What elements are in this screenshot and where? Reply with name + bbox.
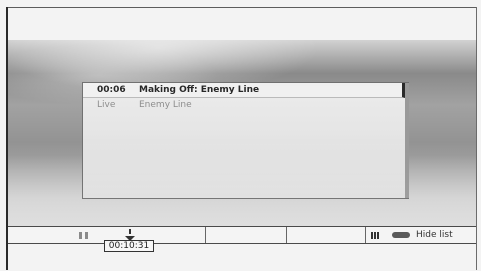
playlist-item-title: Making Off: Enemy Line <box>139 85 260 95</box>
hide-list-button[interactable]: Hide list <box>392 227 476 243</box>
playlist-item-selected[interactable]: 00:06 Making Off: Enemy Line <box>83 83 405 98</box>
playlist-item-title: Enemy Line <box>139 100 192 110</box>
playlist-scrollbar[interactable] <box>405 83 409 198</box>
screen-frame-right <box>476 7 477 270</box>
seek-time-tooltip: 00:10:31 <box>104 240 154 252</box>
playlist-item-time: Live <box>97 100 116 110</box>
bar-divider <box>286 227 287 243</box>
playlist-item-live[interactable]: Live Enemy Line <box>83 98 405 113</box>
tv-screen: 00:06 Making Off: Enemy Line Live Enemy … <box>0 0 481 271</box>
bar-divider <box>365 227 366 243</box>
screen-frame-top <box>6 7 477 8</box>
hide-list-key-icon <box>392 232 410 238</box>
chapter-list-icon[interactable] <box>371 232 380 239</box>
playback-control-bar: Hide list <box>8 226 476 244</box>
playlist-panel: 00:06 Making Off: Enemy Line Live Enemy … <box>82 82 409 199</box>
playlist-item-time: 00:06 <box>97 85 126 95</box>
bar-divider <box>205 227 206 243</box>
pause-icon[interactable] <box>79 232 89 239</box>
hide-list-label: Hide list <box>416 230 453 240</box>
